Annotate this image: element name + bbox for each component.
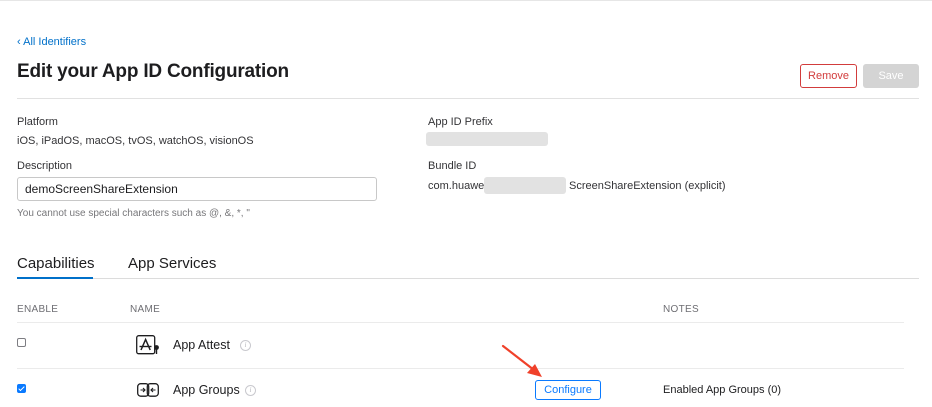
platform-label: Platform	[17, 116, 58, 128]
column-header-enable: ENABLE	[17, 304, 59, 315]
column-header-notes: NOTES	[663, 304, 699, 315]
save-button[interactable]: Save	[863, 64, 919, 88]
configure-button[interactable]: Configure	[535, 380, 601, 400]
tab-capabilities[interactable]: Capabilities	[17, 255, 95, 272]
bundle-id-redacted	[484, 177, 566, 194]
tabs-divider	[17, 278, 919, 279]
bundle-id-prefix: com.huawei.	[428, 180, 490, 192]
all-identifiers-link[interactable]: ‹ All Identifiers	[17, 36, 86, 48]
page-title: Edit your App ID Configuration	[17, 61, 289, 82]
remove-button[interactable]: Remove	[800, 64, 857, 88]
active-tab-indicator	[17, 277, 93, 279]
app-groups-name: App Groups	[173, 383, 240, 397]
bundle-id-suffix: ScreenShareExtension (explicit)	[569, 180, 726, 192]
app-attest-checkbox[interactable]	[17, 338, 26, 347]
info-icon[interactable]: i	[245, 385, 256, 396]
app-groups-icon	[137, 383, 159, 402]
app-groups-checkbox[interactable]	[17, 384, 26, 393]
app-id-prefix-redacted	[426, 132, 548, 146]
annotation-arrow-icon	[501, 344, 542, 377]
app-attest-name: App Attest	[173, 338, 230, 352]
table-header-divider	[17, 322, 904, 323]
app-id-prefix-label: App ID Prefix	[428, 116, 493, 128]
description-label: Description	[17, 160, 73, 172]
bundle-id-label: Bundle ID	[428, 160, 477, 172]
column-header-name: NAME	[130, 304, 161, 315]
description-hint: You cannot use special characters such a…	[17, 208, 250, 219]
header-divider	[17, 98, 919, 99]
platform-value: iOS, iPadOS, macOS, tvOS, watchOS, visio…	[17, 135, 254, 147]
app-groups-notes: Enabled App Groups (0)	[663, 384, 782, 396]
row-divider	[17, 368, 904, 369]
app-attest-icon	[136, 335, 161, 360]
tab-app-services[interactable]: App Services	[128, 255, 216, 272]
description-input[interactable]	[17, 177, 377, 201]
info-icon[interactable]: i	[240, 340, 251, 351]
top-divider	[0, 0, 932, 1]
